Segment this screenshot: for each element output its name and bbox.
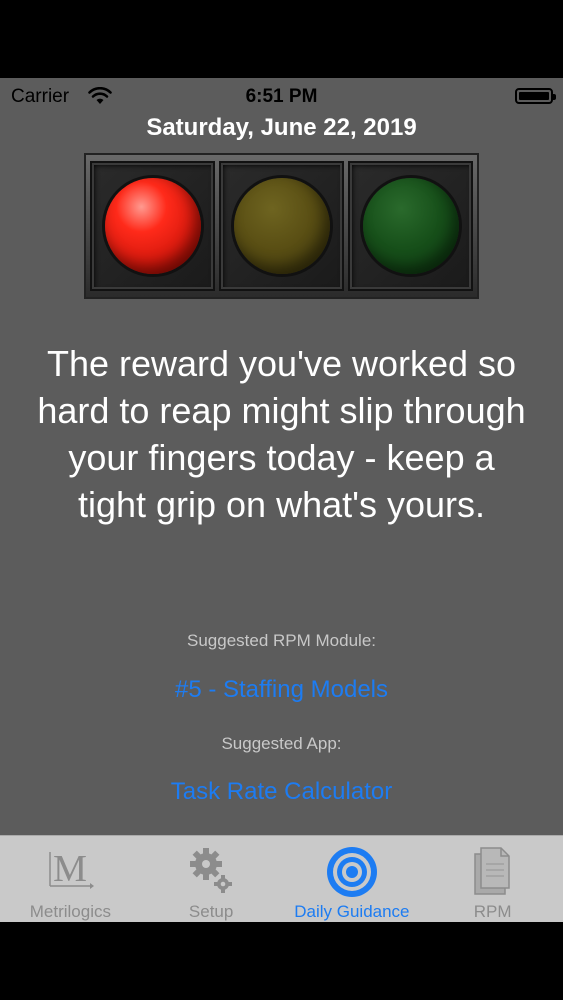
target-icon <box>326 847 377 897</box>
tab-label-metrilogics: Metrilogics <box>29 902 111 921</box>
page-date: Saturday, June 22, 2019 <box>146 114 417 141</box>
traffic-light <box>84 153 479 299</box>
suggested-module-label: Suggested RPM Module: <box>187 631 376 650</box>
lamp-box-green <box>348 161 473 291</box>
documents-icon <box>473 847 510 895</box>
tab-metrilogics[interactable]: M Metrilogics <box>0 836 141 922</box>
svg-text:M: M <box>53 848 87 890</box>
suggested-app-link[interactable]: Task Rate Calculator <box>0 778 563 806</box>
metrilogics-logo-icon: M <box>49 848 95 890</box>
status-time: 6:51 PM <box>245 86 318 107</box>
green-light-icon <box>362 178 459 274</box>
suggested-app-label: Suggested App: <box>221 734 342 753</box>
tab-label-daily-guidance: Daily Guidance <box>294 902 410 921</box>
tab-bar: M Metrilogics Setup Daily Guidance RPM <box>0 835 563 922</box>
status-bar: Carrier 6:51 PM <box>0 78 563 116</box>
lamp-box-yellow <box>219 161 344 291</box>
guidance-message: The reward you've worked so hard to reap… <box>37 343 526 525</box>
tab-setup[interactable]: Setup <box>141 836 282 922</box>
app-screen: Carrier 6:51 PM Saturday, June 22, 2019 … <box>0 78 563 922</box>
lamp-box-red <box>90 161 215 291</box>
tab-daily-guidance[interactable]: Daily Guidance <box>282 836 423 922</box>
tab-rpm[interactable]: RPM <box>422 836 563 922</box>
yellow-light-icon <box>233 178 330 274</box>
gears-icon <box>190 848 233 893</box>
tab-label-rpm: RPM <box>473 902 512 921</box>
red-light-icon <box>104 178 201 274</box>
battery-icon <box>515 88 556 104</box>
suggested-module-link[interactable]: #5 - Staffing Models <box>0 676 563 704</box>
tab-label-setup: Setup <box>188 902 234 921</box>
